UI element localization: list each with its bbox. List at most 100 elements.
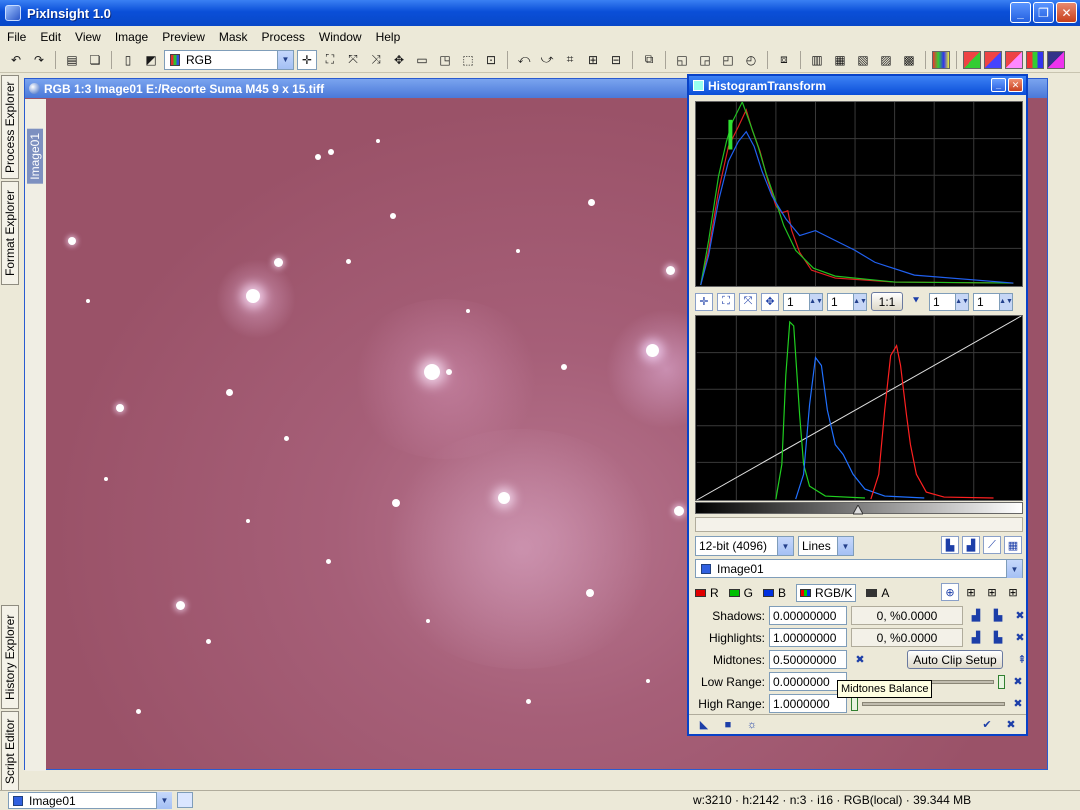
stf-icon[interactable]: ⧈: [774, 50, 794, 70]
balance-icon[interactable]: ▨: [876, 50, 896, 70]
channel-g-toggle[interactable]: G: [728, 586, 753, 600]
histogram-bars-icon[interactable]: ▙: [941, 536, 959, 554]
zoom-preview-icon[interactable]: ⊡: [481, 50, 501, 70]
layer-icon[interactable]: ⧉: [639, 50, 659, 70]
menu-image[interactable]: Image: [108, 30, 155, 44]
mask-invert-icon[interactable]: ◰: [718, 50, 738, 70]
reset-highlights-icon[interactable]: ✖: [1011, 629, 1029, 647]
arrow-down-icon[interactable]: ⯆: [907, 293, 925, 311]
auto-highlights-icon[interactable]: ▟: [967, 629, 985, 647]
auto-clip-setup-button[interactable]: Auto Clip Setup: [907, 650, 1003, 669]
crosshair-icon[interactable]: ✛: [297, 49, 317, 70]
channel-all-icon[interactable]: [1026, 50, 1044, 69]
tab-process-explorer[interactable]: Process Explorer: [1, 75, 19, 179]
add-black-icon[interactable]: ⊞: [962, 583, 980, 601]
reset-low-range-icon[interactable]: ✖: [1009, 673, 1027, 691]
apply-check-icon[interactable]: ✔: [978, 716, 996, 734]
expand-up-icon[interactable]: ⇞: [1013, 651, 1031, 669]
reset-high-range-icon[interactable]: ✖: [1009, 695, 1027, 713]
dialog-minimize-button[interactable]: _: [991, 78, 1006, 92]
menu-edit[interactable]: Edit: [33, 30, 68, 44]
minimize-button[interactable]: _: [1010, 2, 1031, 23]
duplicate-image-icon[interactable]: ❏: [85, 50, 105, 70]
channel-a-toggle[interactable]: A: [866, 586, 889, 600]
output-histogram-plot[interactable]: [695, 101, 1023, 287]
zoom-fit-icon[interactable]: ⛶: [320, 50, 340, 70]
spinner-arrows-icon[interactable]: ▲▼: [999, 293, 1013, 310]
low-range-field[interactable]: 0.0000000: [769, 672, 847, 691]
channel-green-icon[interactable]: [984, 50, 1002, 69]
image-id-tab[interactable]: Image01: [27, 129, 43, 184]
zoom-1to1-button[interactable]: 1:1: [871, 292, 903, 311]
tab-script-editor[interactable]: Script Editor: [1, 711, 19, 791]
select-preview-icon[interactable]: ⬚: [458, 50, 478, 70]
menu-help[interactable]: Help: [369, 30, 408, 44]
input-histogram-plot[interactable]: [695, 315, 1023, 501]
rotate-left-icon[interactable]: ⤺: [514, 50, 534, 70]
menu-process[interactable]: Process: [255, 30, 312, 44]
maximize-button[interactable]: ❐: [1033, 2, 1054, 23]
menu-file[interactable]: File: [0, 30, 33, 44]
auto-shadows-icon[interactable]: ▟: [967, 607, 985, 625]
zoom-horizontal-stepper[interactable]: 1 ▲▼: [929, 292, 969, 311]
resize-icon[interactable]: ⊞: [583, 50, 603, 70]
channel-rgbk-toggle[interactable]: RGB/K: [796, 584, 857, 602]
crosshair-icon[interactable]: ✛: [695, 292, 713, 311]
channel-b-toggle[interactable]: B: [763, 586, 786, 600]
zoom-horizontal-stepper[interactable]: 1 ▲▼: [783, 292, 823, 311]
grid-icon[interactable]: ▦: [1004, 536, 1022, 554]
rotate-right-icon[interactable]: ⤻: [537, 50, 557, 70]
midtones-field[interactable]: 0.50000000: [769, 650, 847, 669]
auto-shadows-all-icon[interactable]: ▙: [989, 607, 1007, 625]
stats-icon[interactable]: ▩: [899, 50, 919, 70]
high-range-slider[interactable]: [862, 701, 1005, 706]
tab-history-explorer[interactable]: History Explorer: [1, 605, 19, 709]
add-plus-icon[interactable]: ⊞: [1004, 583, 1022, 601]
high-range-field[interactable]: 1.0000000: [769, 694, 847, 713]
mask-show-icon[interactable]: ◲: [695, 50, 715, 70]
image-info-icon[interactable]: ▤: [62, 50, 82, 70]
real-time-preview-icon[interactable]: ☼: [743, 716, 761, 734]
apply-global-icon[interactable]: ■: [719, 716, 737, 734]
mask-select-icon[interactable]: ◴: [741, 50, 761, 70]
edit-preview-icon[interactable]: ◳: [435, 50, 455, 70]
color-mode-select[interactable]: RGB ▼: [164, 49, 294, 70]
zoom-fit-icon[interactable]: ⛶: [717, 292, 735, 311]
reset-shadows-icon[interactable]: ✖: [1011, 607, 1029, 625]
menu-mask[interactable]: Mask: [212, 30, 255, 44]
dialog-close-button[interactable]: ✕: [1008, 78, 1023, 92]
highlights-field[interactable]: 1.00000000: [769, 628, 847, 647]
levels-icon[interactable]: ▧: [853, 50, 873, 70]
reset-all-icon[interactable]: ✖: [1002, 716, 1020, 734]
low-range-slider-handle[interactable]: [998, 674, 1005, 689]
graph-style-select[interactable]: Lines ▼: [798, 536, 854, 556]
spinner-arrows-icon[interactable]: ▲▼: [955, 293, 969, 310]
channel-r-toggle[interactable]: R: [695, 586, 719, 600]
close-button[interactable]: ✕: [1056, 2, 1077, 23]
mirror-icon[interactable]: ⊟: [606, 50, 626, 70]
invert-icon[interactable]: ◩: [141, 50, 161, 70]
shadows-field[interactable]: 0.00000000: [769, 606, 847, 625]
reset-midtones-icon[interactable]: ✖: [851, 651, 869, 669]
pan-icon[interactable]: ✥: [389, 50, 409, 70]
zoom-vertical-stepper[interactable]: 1 ▲▼: [827, 292, 867, 311]
menu-view[interactable]: View: [68, 30, 108, 44]
undo-icon[interactable]: ↶: [6, 50, 26, 70]
graph-icon[interactable]: ▥: [807, 50, 827, 70]
curves-icon[interactable]: ▦: [830, 50, 850, 70]
mask-enable-icon[interactable]: ◱: [672, 50, 692, 70]
new-instance-icon[interactable]: ◣: [695, 716, 713, 734]
high-range-slider-handle[interactable]: [851, 696, 858, 711]
transfer-curve-icon[interactable]: ⟋: [983, 536, 1001, 554]
add-white-icon[interactable]: ⊞: [983, 583, 1001, 601]
crop-icon[interactable]: ⌗: [560, 50, 580, 70]
menu-preview[interactable]: Preview: [155, 30, 212, 44]
zoom-vertical-stepper[interactable]: 1 ▲▼: [973, 292, 1013, 311]
histogram-log-icon[interactable]: ▟: [962, 536, 980, 554]
add-instance-icon[interactable]: ⊕: [941, 583, 959, 601]
view-select[interactable]: Image01 ▼: [695, 559, 1023, 578]
tab-format-explorer[interactable]: Format Explorer: [1, 181, 19, 285]
spinner-arrows-icon[interactable]: ▲▼: [853, 293, 867, 310]
zoom-out-icon[interactable]: ⤧: [343, 50, 363, 70]
resolution-select[interactable]: 12-bit (4096) ▼: [695, 536, 794, 556]
